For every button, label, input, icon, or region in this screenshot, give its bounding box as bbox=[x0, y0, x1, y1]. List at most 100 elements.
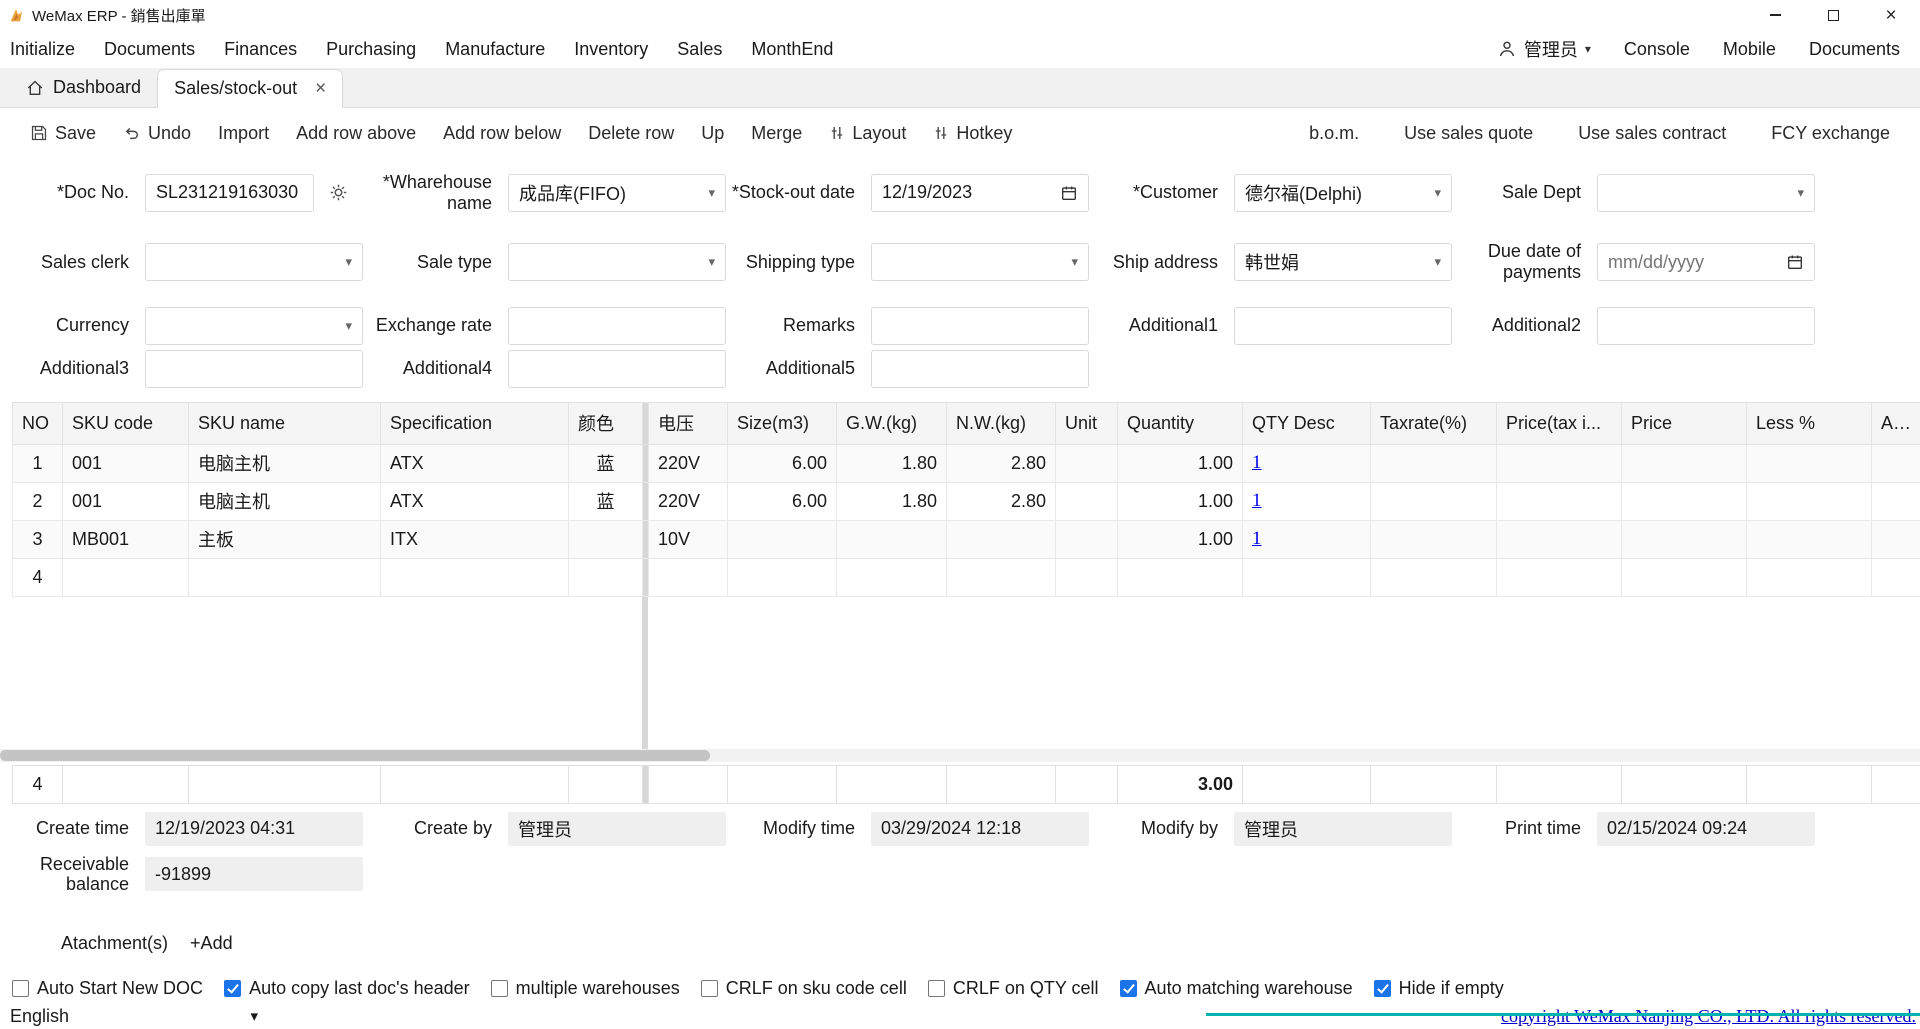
scrollbar-thumb[interactable] bbox=[0, 750, 710, 761]
checkbox[interactable] bbox=[928, 980, 945, 997]
checkbox[interactable] bbox=[1120, 980, 1137, 997]
grid-cell[interactable] bbox=[1497, 444, 1622, 482]
grid-cell[interactable]: 3 bbox=[13, 520, 63, 558]
grid-cell[interactable]: 10V bbox=[649, 520, 728, 558]
grid-cell[interactable]: 1.00 bbox=[1118, 482, 1243, 520]
tab-sales-stock-out[interactable]: Sales/stock-out × bbox=[157, 69, 343, 108]
grid-cell[interactable] bbox=[1497, 558, 1622, 596]
sales-clerk-select[interactable]: ▾ bbox=[145, 243, 363, 281]
undo-button[interactable]: Undo bbox=[123, 123, 191, 144]
grid-cell[interactable]: 1.00 bbox=[1118, 444, 1243, 482]
doc-no-settings-icon[interactable] bbox=[328, 182, 349, 203]
menu-item-documents[interactable]: Documents bbox=[104, 39, 195, 60]
additional3-input[interactable] bbox=[145, 350, 363, 388]
grid-cell[interactable] bbox=[1872, 482, 1920, 520]
qty-desc-link[interactable]: 1 bbox=[1252, 528, 1262, 549]
exchange-rate-input[interactable] bbox=[508, 307, 726, 345]
menu-item-purchasing[interactable]: Purchasing bbox=[326, 39, 416, 60]
copyright-link[interactable]: copyright WeMax Nanjing CO., LTD. All ri… bbox=[1501, 1006, 1916, 1027]
grid-cell[interactable] bbox=[569, 558, 643, 596]
grid-cell[interactable] bbox=[381, 558, 569, 596]
grid-cell[interactable]: 1.80 bbox=[837, 482, 947, 520]
additional5-input[interactable] bbox=[871, 350, 1089, 388]
grid-cell[interactable]: 001 bbox=[63, 482, 189, 520]
grid-cell[interactable]: 1.00 bbox=[1118, 520, 1243, 558]
grid-cell[interactable] bbox=[1371, 520, 1497, 558]
add-row-above-button[interactable]: Add row above bbox=[296, 123, 416, 144]
up-button[interactable]: Up bbox=[701, 123, 724, 144]
grid-cell[interactable] bbox=[728, 558, 837, 596]
grid-cell[interactable] bbox=[1872, 558, 1920, 596]
grid-cell[interactable] bbox=[1872, 520, 1920, 558]
grid-cell[interactable]: 6.00 bbox=[728, 482, 837, 520]
additional1-input[interactable] bbox=[1234, 307, 1452, 345]
grid-cell[interactable]: 1 bbox=[1243, 444, 1371, 482]
hotkey-button[interactable]: Hotkey bbox=[933, 123, 1012, 144]
grid-cell[interactable] bbox=[1747, 558, 1872, 596]
menu-item-documents-right[interactable]: Documents bbox=[1809, 39, 1900, 60]
grid-cell[interactable] bbox=[1371, 482, 1497, 520]
menu-item-manufacture[interactable]: Manufacture bbox=[445, 39, 545, 60]
grid-cell[interactable] bbox=[837, 520, 947, 558]
grid-cell[interactable]: 1 bbox=[1243, 482, 1371, 520]
grid-cell[interactable] bbox=[1622, 482, 1747, 520]
grid-cell[interactable] bbox=[1056, 558, 1118, 596]
remarks-input[interactable] bbox=[871, 307, 1089, 345]
checkbox[interactable] bbox=[224, 980, 241, 997]
save-button[interactable]: Save bbox=[30, 123, 96, 144]
fcy-exchange-button[interactable]: FCY exchange bbox=[1771, 123, 1890, 144]
grid-cell[interactable] bbox=[63, 558, 189, 596]
close-button[interactable]: × bbox=[1862, 0, 1920, 30]
checkbox[interactable] bbox=[491, 980, 508, 997]
grid-cell[interactable]: ATX bbox=[381, 444, 569, 482]
stock-out-date-input[interactable]: 12/19/2023 bbox=[871, 174, 1089, 212]
delete-row-button[interactable]: Delete row bbox=[588, 123, 674, 144]
checkbox[interactable] bbox=[701, 980, 718, 997]
grid-cell[interactable]: 220V bbox=[649, 444, 728, 482]
grid-cell[interactable] bbox=[1056, 482, 1118, 520]
user-menu[interactable]: 管理员 ▾ bbox=[1497, 36, 1591, 62]
grid-cell[interactable]: 2.80 bbox=[947, 444, 1056, 482]
grid-cell[interactable] bbox=[1622, 558, 1747, 596]
qty-desc-link[interactable]: 1 bbox=[1252, 452, 1262, 473]
grid-cell[interactable] bbox=[1747, 444, 1872, 482]
menu-item-mobile[interactable]: Mobile bbox=[1723, 39, 1776, 60]
grid-cell[interactable]: ATX bbox=[381, 482, 569, 520]
menu-item-finances[interactable]: Finances bbox=[224, 39, 297, 60]
additional4-input[interactable] bbox=[508, 350, 726, 388]
add-attachment-button[interactable]: +Add bbox=[190, 933, 233, 954]
sale-dept-select[interactable]: ▾ bbox=[1597, 174, 1815, 212]
grid-cell[interactable] bbox=[649, 558, 728, 596]
grid-cell[interactable]: ITX bbox=[381, 520, 569, 558]
ship-address-select[interactable]: 韩世娟 ▾ bbox=[1234, 243, 1452, 281]
currency-select[interactable]: ▾ bbox=[145, 307, 363, 345]
menu-item-initialize[interactable]: Initialize bbox=[10, 39, 75, 60]
tab-close-icon[interactable]: × bbox=[315, 79, 326, 98]
grid-cell[interactable] bbox=[189, 558, 381, 596]
grid-cell[interactable]: 1.80 bbox=[837, 444, 947, 482]
grid-cell[interactable]: 2.80 bbox=[947, 482, 1056, 520]
grid-cell[interactable] bbox=[569, 520, 643, 558]
grid-cell[interactable]: 4 bbox=[13, 558, 63, 596]
grid-cell[interactable]: 蓝 bbox=[569, 444, 643, 482]
qty-desc-link[interactable]: 1 bbox=[1252, 490, 1262, 511]
checkbox[interactable] bbox=[1374, 980, 1391, 997]
tab-dashboard[interactable]: Dashboard bbox=[10, 68, 157, 107]
grid-cell[interactable]: 蓝 bbox=[569, 482, 643, 520]
grid-cell[interactable]: 1 bbox=[1243, 520, 1371, 558]
grid-cell[interactable] bbox=[1243, 558, 1371, 596]
merge-button[interactable]: Merge bbox=[751, 123, 802, 144]
grid-cell[interactable]: 001 bbox=[63, 444, 189, 482]
grid-cell[interactable] bbox=[1622, 520, 1747, 558]
menu-item-monthend[interactable]: MonthEnd bbox=[751, 39, 833, 60]
checkbox[interactable] bbox=[12, 980, 29, 997]
grid-cell[interactable] bbox=[1371, 444, 1497, 482]
import-button[interactable]: Import bbox=[218, 123, 269, 144]
use-sales-contract-button[interactable]: Use sales contract bbox=[1578, 123, 1726, 144]
grid-cell[interactable] bbox=[1497, 520, 1622, 558]
menu-item-console[interactable]: Console bbox=[1624, 39, 1690, 60]
layout-button[interactable]: Layout bbox=[829, 123, 906, 144]
horizontal-scrollbar[interactable] bbox=[0, 749, 1920, 762]
shipping-type-select[interactable]: ▾ bbox=[871, 243, 1089, 281]
grid-cell[interactable] bbox=[728, 520, 837, 558]
